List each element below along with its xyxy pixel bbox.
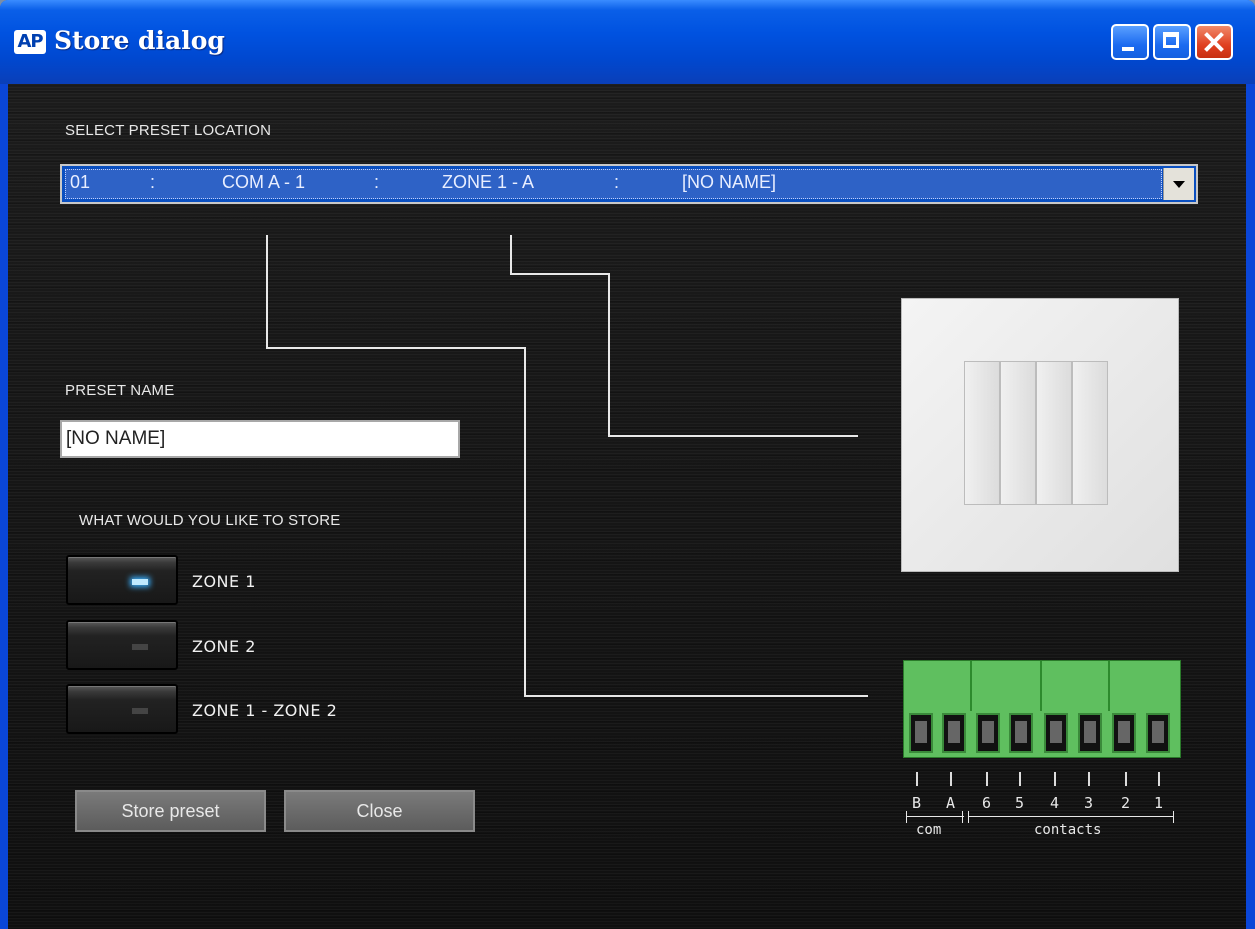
pin-tick — [986, 772, 988, 786]
connector-line — [524, 347, 526, 697]
rocker-button-image — [1036, 361, 1072, 505]
terminal-screw-image — [976, 713, 1000, 753]
maximize-icon[interactable] — [1153, 24, 1191, 60]
preset-name-label: PRESET NAME — [65, 382, 175, 399]
wall-switch-image — [901, 298, 1179, 572]
led-indicator-icon — [132, 644, 148, 650]
pin-tick — [1158, 772, 1160, 786]
connector-line — [510, 235, 512, 275]
led-indicator-icon — [132, 579, 148, 585]
preset-name-input[interactable] — [60, 420, 460, 458]
chevron-down-icon[interactable] — [1163, 168, 1194, 200]
zone-2-toggle[interactable] — [66, 620, 178, 670]
store-dialog-window: AP Store dialog SELECT PRESET LOCATION 0… — [0, 0, 1255, 929]
preset-name-display: [NO NAME] — [682, 172, 777, 192]
pin-label: B — [912, 794, 922, 812]
pin-tick — [1125, 772, 1127, 786]
terminal-screw-image — [942, 713, 966, 753]
store-preset-button[interactable]: Store preset — [75, 790, 266, 832]
pin-label: 5 — [1015, 794, 1025, 812]
preset-location-label: SELECT PRESET LOCATION — [65, 122, 272, 139]
separator: : — [374, 172, 380, 192]
pin-label: 1 — [1154, 794, 1164, 812]
pin-tick — [950, 772, 952, 786]
close-icon[interactable] — [1195, 24, 1233, 60]
connector-line — [266, 347, 526, 349]
connector-line — [510, 273, 610, 275]
pin-label: 4 — [1050, 794, 1060, 812]
minimize-icon[interactable] — [1111, 24, 1149, 60]
rocker-button-image — [964, 361, 1000, 505]
terminal-screw-image — [1146, 713, 1170, 753]
separator: : — [150, 172, 156, 192]
terminal-screw-image — [1078, 713, 1102, 753]
pin-tick — [1054, 772, 1056, 786]
separator: : — [614, 172, 620, 192]
pin-label: 6 — [982, 794, 992, 812]
connector-line — [266, 235, 268, 349]
preset-number: 01 — [70, 172, 91, 192]
store-options-label: WHAT WOULD YOU LIKE TO STORE — [79, 512, 341, 529]
contacts-bracket — [968, 816, 1174, 817]
pin-label: 2 — [1121, 794, 1131, 812]
connector-line — [524, 695, 868, 697]
title-bar[interactable]: AP Store dialog — [0, 0, 1255, 84]
preset-location-dropdown[interactable]: 01 : COM A - 1 : ZONE 1 - A : [NO NAME] — [60, 164, 1198, 204]
terminal-divider — [1108, 661, 1110, 711]
com-bracket — [906, 816, 964, 817]
rocker-button-image — [1072, 361, 1108, 505]
terminal-screw-image — [1009, 713, 1033, 753]
contacts-group-label: contacts — [1034, 822, 1102, 838]
pin-label: 3 — [1084, 794, 1094, 812]
contacts-bracket — [1173, 811, 1174, 823]
dialog-body: SELECT PRESET LOCATION 01 : COM A - 1 : … — [8, 84, 1246, 929]
app-logo-icon: AP — [14, 30, 46, 54]
zone-1-toggle[interactable] — [66, 555, 178, 605]
zone-2-label: ZONE 2 — [192, 637, 256, 656]
com-group-label: com — [916, 822, 942, 838]
pin-tick — [916, 772, 918, 786]
com-bracket — [962, 811, 963, 823]
close-button[interactable]: Close — [284, 790, 475, 832]
terminal-divider — [1040, 661, 1042, 711]
terminal-screw-image — [1044, 713, 1068, 753]
terminal-screw-image — [1112, 713, 1136, 753]
preset-com: COM A - 1 — [222, 172, 306, 192]
zone-1-2-toggle[interactable] — [66, 684, 178, 734]
contacts-bracket — [968, 811, 969, 823]
pin-tick — [1088, 772, 1090, 786]
terminal-block-image — [903, 660, 1181, 758]
com-bracket — [906, 811, 907, 823]
terminal-divider — [970, 661, 972, 711]
preset-zone: ZONE 1 - A — [442, 172, 535, 192]
pin-label: A — [946, 794, 956, 812]
connector-line — [608, 273, 610, 437]
led-indicator-icon — [132, 708, 148, 714]
connector-line — [608, 435, 858, 437]
rocker-button-image — [1000, 361, 1036, 505]
zone-1-2-label: ZONE 1 - ZONE 2 — [192, 701, 338, 720]
pin-tick — [1019, 772, 1021, 786]
window-title: Store dialog — [54, 26, 225, 55]
zone-1-label: ZONE 1 — [192, 572, 256, 591]
terminal-screw-image — [909, 713, 933, 753]
